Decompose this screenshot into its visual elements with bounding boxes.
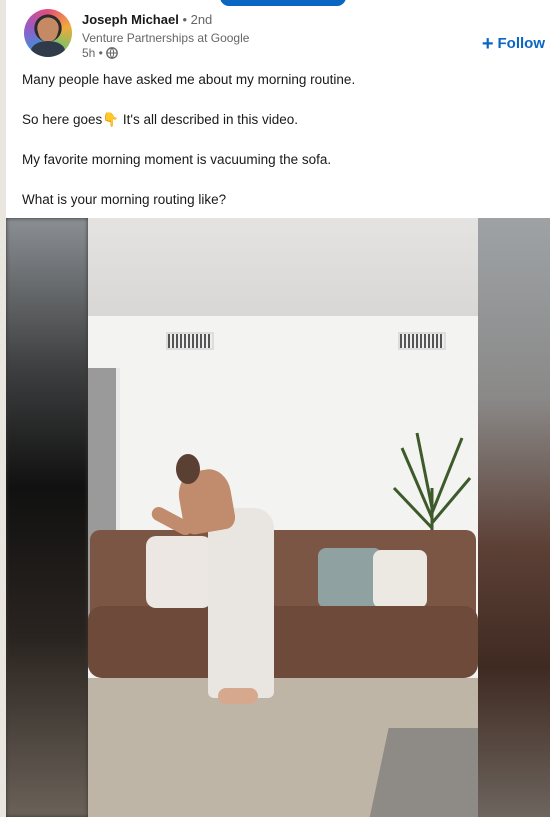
new-posts-pill[interactable] — [220, 0, 346, 6]
video-blur-left — [6, 218, 88, 817]
scene-person-feet — [218, 688, 258, 704]
scene-pillow — [146, 536, 212, 608]
author-line: Joseph Michael • 2nd — [82, 12, 212, 27]
post-meta: 5h • — [82, 46, 118, 60]
video-blur-right — [478, 218, 550, 817]
post-header: Joseph Michael • 2nd Venture Partnership… — [24, 9, 550, 60]
author-headline: Venture Partnerships at Google — [82, 31, 250, 45]
author-name[interactable]: Joseph Michael — [82, 12, 179, 27]
video-frame[interactable] — [88, 218, 478, 817]
scene-ceiling — [88, 218, 478, 316]
post-time: 5h • — [82, 46, 103, 60]
scene-cushion — [373, 550, 427, 608]
post-text-line: My favorite morning moment is vacuuming … — [22, 152, 332, 167]
follow-label: Follow — [497, 35, 546, 52]
connection-degree: • 2nd — [182, 12, 213, 27]
scene-person-pants — [208, 508, 274, 698]
globe-icon — [106, 47, 118, 59]
post-video[interactable] — [6, 218, 550, 817]
plus-icon: + — [481, 32, 494, 55]
avatar-face — [38, 18, 58, 42]
avatar[interactable] — [24, 9, 72, 57]
scene-person-head — [176, 454, 200, 484]
post-text: Many people have asked me about my morni… — [22, 72, 542, 232]
scene-vent — [166, 332, 214, 350]
scene-vent — [398, 332, 446, 350]
scene-sofa-seat — [88, 606, 478, 678]
post-text-line: So here goes👇 It's all described in this… — [22, 112, 299, 127]
avatar-shirt — [31, 41, 65, 57]
follow-button[interactable]: + Follow — [481, 32, 546, 55]
post-text-line: Many people have asked me about my morni… — [22, 72, 356, 87]
